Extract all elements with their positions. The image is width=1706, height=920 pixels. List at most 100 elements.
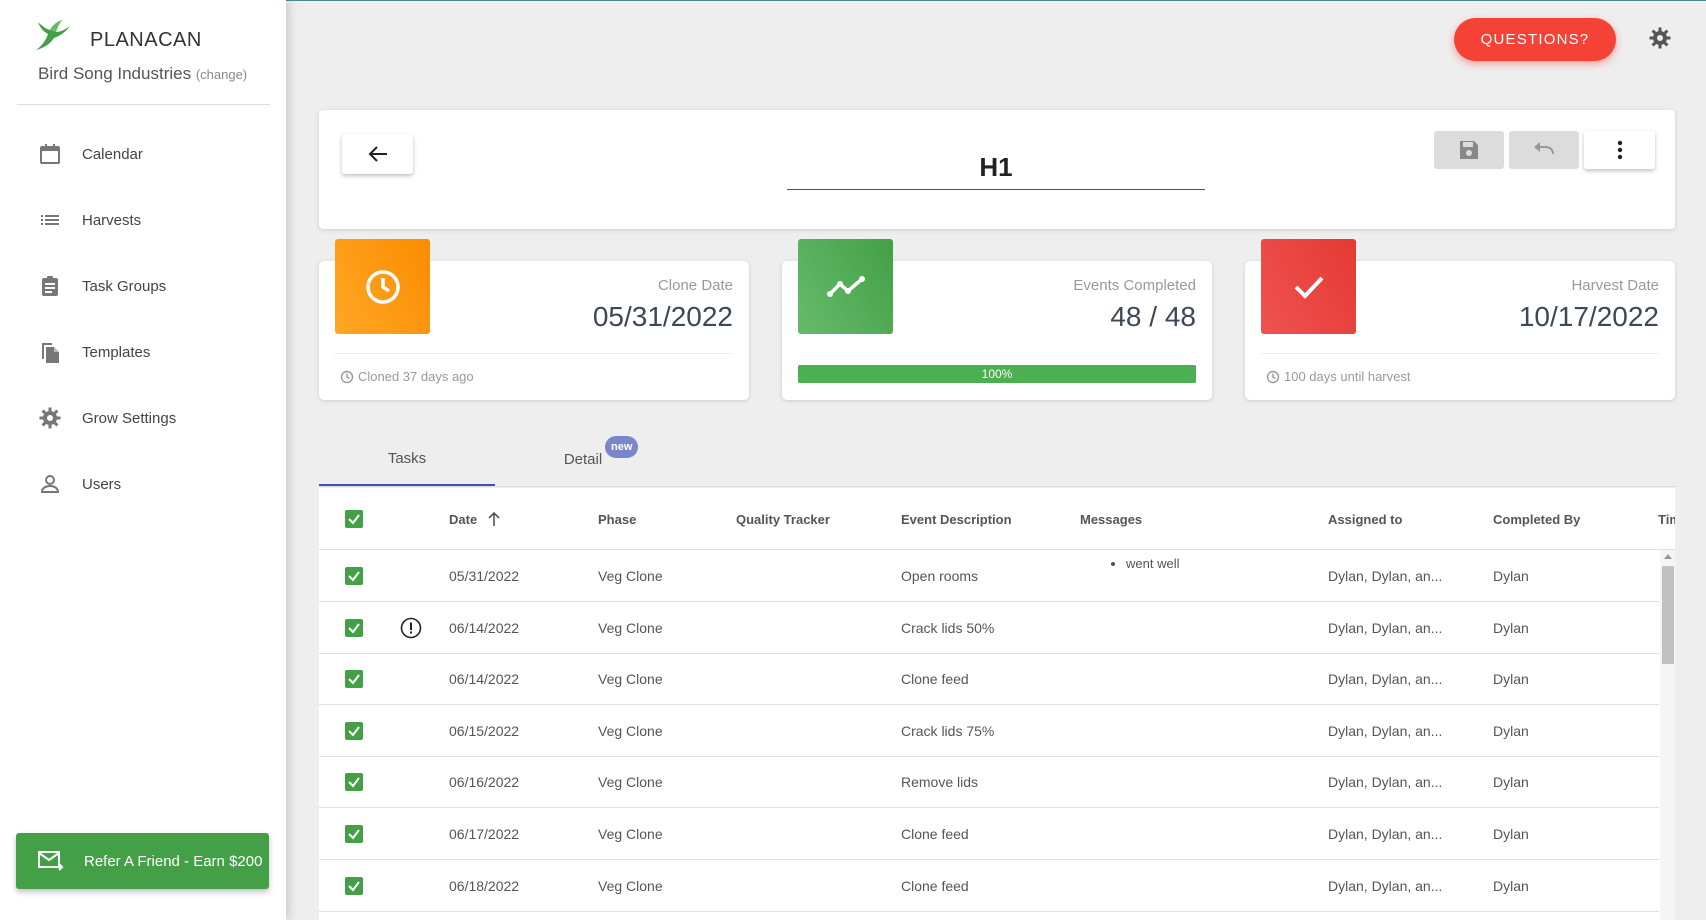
stat-footer: 100 days until harvest	[1266, 369, 1410, 384]
assigned-to-cell: Dylan, Dylan, an...	[1328, 826, 1443, 842]
table-row[interactable]: 06/18/2022 Veg Clone Clone feed Dylan, Dyla…	[319, 860, 1659, 912]
scroll-up-arrow[interactable]	[1664, 554, 1672, 559]
small-clock-icon	[340, 370, 354, 383]
row-checkbox[interactable]	[345, 550, 363, 602]
tab-detail[interactable]: Detail	[495, 432, 671, 486]
select-all-checkbox[interactable]	[345, 488, 363, 550]
assigned-to-column-header[interactable]: Assigned to	[1328, 488, 1402, 550]
event-description-cell: Open rooms	[901, 568, 979, 584]
message-item: went well	[1126, 556, 1179, 571]
phase-cell: Veg Clone	[598, 671, 663, 687]
settings-gear-icon[interactable]	[1648, 26, 1672, 50]
tasks-table: Date Phase Quality Tracker Event Descrip…	[319, 488, 1675, 920]
alert-icon[interactable]	[400, 602, 422, 654]
completed-by-cell: Dylan	[1493, 878, 1529, 894]
stat-label: Events Completed	[1073, 277, 1196, 294]
date-cell: 06/16/2022	[449, 774, 520, 790]
more-vert-icon	[1617, 140, 1622, 160]
row-checkbox[interactable]	[345, 653, 363, 705]
event-description-cell: Remove lids	[901, 774, 979, 790]
sidebar-item-users[interactable]: Users	[0, 451, 286, 517]
questions-button[interactable]: QUESTIONS?	[1454, 18, 1616, 61]
sidebar-item-templates[interactable]: Templates	[0, 319, 286, 385]
brand-name: PLANACAN	[90, 28, 202, 51]
sidebar-item-harvests[interactable]: Harvests	[0, 187, 286, 253]
phase-cell: Veg Clone	[598, 723, 663, 739]
event-description-cell: Clone feed	[901, 878, 969, 894]
clone-footer-text: Cloned 37 days ago	[358, 369, 474, 384]
row-checkbox[interactable]	[345, 756, 363, 808]
completed-by-cell: Dylan	[1493, 620, 1529, 636]
tab-tasks[interactable]: Tasks	[319, 432, 495, 486]
refer-a-friend-button[interactable]: Refer A Friend - Earn $200	[16, 833, 269, 889]
events-completed-value: 48 / 48	[1110, 301, 1196, 332]
stat-divider	[1261, 353, 1659, 354]
table-row[interactable]: 05/31/2022 Veg Clone Open rooms Dylan, Dyla…	[319, 550, 1659, 602]
event-description-cell: Clone feed	[901, 826, 969, 842]
company-name: Bird Song Industries (change)	[38, 64, 247, 84]
table-row[interactable]: 06/14/2022 Veg Clone Clone feed Dylan, Dyla…	[319, 653, 1659, 705]
row-checkbox[interactable]	[345, 705, 363, 757]
tab-label: Detail	[563, 450, 603, 468]
list-icon	[38, 208, 62, 232]
row-checkbox[interactable]	[345, 602, 363, 654]
sidebar-item-task-groups[interactable]: Task Groups	[0, 253, 286, 319]
sidebar: PLANACAN Bird Song Industries (change) C…	[0, 0, 286, 920]
completed-by-cell: Dylan	[1493, 826, 1529, 842]
arrow-left-icon	[368, 146, 387, 162]
quality-tracker-column-header[interactable]: Quality Tracker	[736, 488, 830, 550]
date-column-header[interactable]: Date	[449, 488, 501, 550]
change-company-link[interactable]: (change)	[196, 67, 247, 82]
completed-by-cell: Dylan	[1493, 723, 1529, 739]
calendar-icon	[38, 142, 62, 166]
gear-icon	[38, 406, 62, 430]
undo-icon	[1534, 142, 1554, 155]
table-row[interactable]: 06/14/2022 Veg Clone Crack lids 50% Dylan, …	[319, 602, 1659, 654]
table-row[interactable]: 06/16/2022 Veg Clone Remove lids Dylan, Dyl…	[319, 756, 1659, 808]
clone-date-value: 05/31/2022	[592, 301, 733, 332]
completed-by-cell: Dylan	[1493, 671, 1529, 687]
scroll-thumb[interactable]	[1662, 566, 1674, 664]
table-row[interactable]: 06/17/2022 Veg Clone Clone feed Dylan, Dyla…	[319, 808, 1659, 860]
stat-label: Clone Date	[657, 277, 733, 294]
mail-forward-icon	[38, 851, 64, 871]
trending-icon	[798, 239, 893, 334]
sidebar-item-calendar[interactable]: Calendar	[0, 121, 286, 187]
check-icon	[1261, 239, 1356, 334]
sidebar-item-grow-settings[interactable]: Grow Settings	[0, 385, 286, 451]
messages-column-header[interactable]: Messages	[1080, 488, 1142, 550]
sidebar-item-label: Grow Settings	[82, 409, 177, 427]
row-checkbox[interactable]	[345, 808, 363, 860]
more-options-button[interactable]	[1584, 131, 1655, 169]
save-button[interactable]	[1434, 131, 1504, 169]
event-description-column-header[interactable]: Event Description	[901, 488, 1012, 550]
assigned-to-cell: Dylan, Dylan, an...	[1328, 774, 1443, 790]
hummingbird-logo-icon	[36, 20, 70, 50]
phase-cell: Veg Clone	[598, 878, 663, 894]
row-checkbox[interactable]	[345, 860, 363, 912]
date-cell: 06/15/2022	[449, 723, 520, 739]
logo[interactable]: PLANACAN	[32, 16, 202, 56]
user-icon	[38, 472, 62, 496]
sidebar-item-label: Users	[82, 475, 122, 493]
messages-list: went well	[1110, 556, 1179, 571]
table-scrollbar[interactable]	[1660, 550, 1675, 920]
time-column-header[interactable]: Tim	[1658, 488, 1675, 550]
sidebar-item-label: Task Groups	[82, 277, 167, 295]
completed-by-cell: Dylan	[1493, 774, 1529, 790]
table-row[interactable]: 06/15/2022 Veg Clone Crack lids 75% Dylan, …	[319, 705, 1659, 757]
date-cell: 06/17/2022	[449, 826, 520, 842]
date-cell: 06/18/2022	[449, 878, 520, 894]
assigned-to-cell: Dylan, Dylan, an...	[1328, 878, 1443, 894]
phase-cell: Veg Clone	[598, 774, 663, 790]
sidebar-divider	[17, 104, 270, 105]
undo-button[interactable]	[1509, 131, 1579, 169]
back-button[interactable]	[342, 134, 413, 174]
phase-column-header[interactable]: Phase	[598, 488, 636, 550]
assigned-to-cell: Dylan, Dylan, an...	[1328, 671, 1443, 687]
completed-by-column-header[interactable]: Completed By	[1493, 488, 1580, 550]
date-cell: 06/14/2022	[449, 671, 520, 687]
sidebar-item-label: Templates	[82, 343, 151, 361]
harvest-title-field[interactable]: H1	[787, 146, 1205, 190]
phase-cell: Veg Clone	[598, 826, 663, 842]
